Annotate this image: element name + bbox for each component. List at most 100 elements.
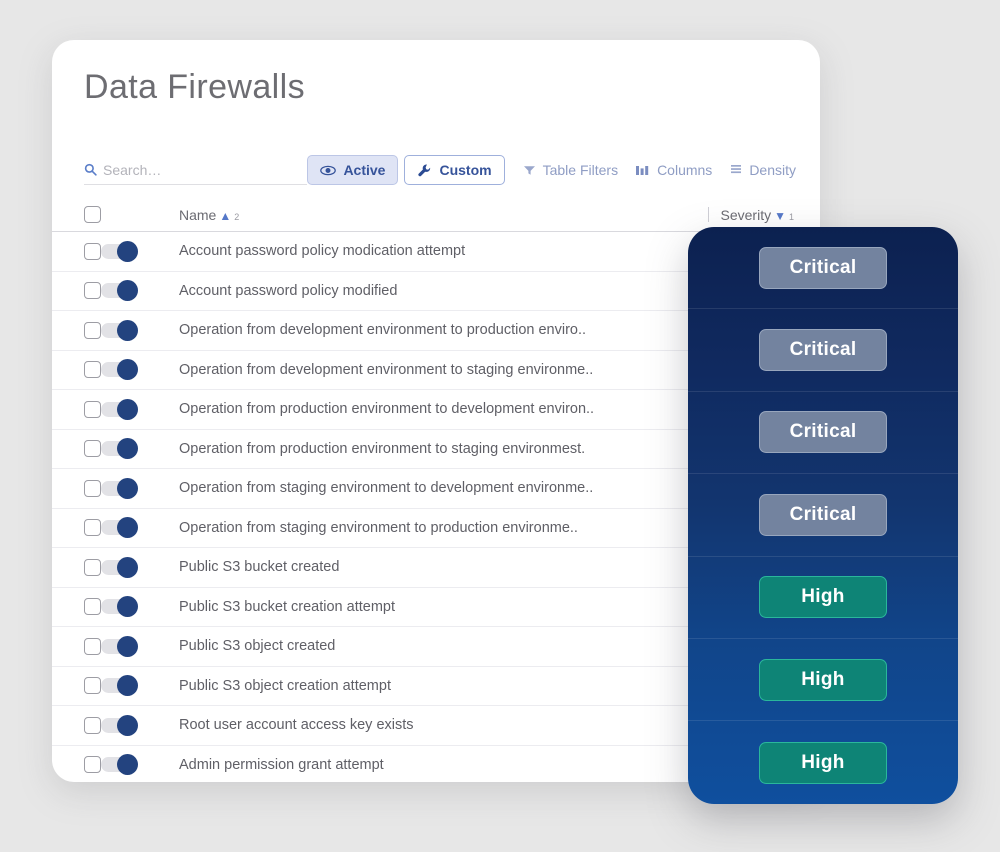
row-toggle-cell	[101, 438, 179, 460]
search-icon	[84, 163, 97, 176]
severity-badge-critical[interactable]: Critical	[759, 411, 887, 454]
toggle-knob	[117, 635, 138, 657]
severity-overlay-panel: Critical Critical Critical Critical High High…	[688, 227, 958, 804]
row-toggle-cell	[101, 319, 179, 341]
wrench-icon	[417, 163, 432, 178]
enable-toggle[interactable]	[101, 675, 138, 697]
severity-row: High	[688, 721, 958, 803]
enable-toggle[interactable]	[101, 754, 138, 776]
active-filter-label: Active	[343, 162, 386, 178]
severity-row: Critical	[688, 309, 958, 392]
row-checkbox[interactable]	[84, 400, 101, 418]
columns-button[interactable]: Columns	[636, 162, 712, 178]
table-filters-button[interactable]: Table Filters	[523, 162, 618, 178]
active-filter-button[interactable]: Active	[307, 155, 399, 185]
select-all-checkbox[interactable]	[84, 206, 101, 223]
row-checkbox[interactable]	[84, 558, 101, 576]
eye-icon	[320, 165, 337, 176]
row-checkbox[interactable]	[84, 677, 101, 695]
toggle-knob	[117, 596, 138, 618]
column-header-severity-label: Severity	[720, 206, 772, 223]
row-checkbox[interactable]	[84, 519, 101, 537]
funnel-icon	[523, 165, 536, 176]
row-toggle-cell	[101, 754, 179, 776]
row-checkbox[interactable]	[84, 637, 101, 655]
column-header-name-label: Name	[179, 206, 217, 223]
columns-label: Columns	[657, 162, 713, 178]
row-checkbox[interactable]	[84, 598, 101, 616]
density-label: Density	[749, 162, 796, 178]
toggle-knob	[117, 675, 138, 697]
row-toggle-cell	[101, 280, 179, 302]
density-button[interactable]: Density	[730, 162, 796, 178]
header-divider	[707, 207, 709, 222]
severity-row: Critical	[688, 474, 958, 557]
row-toggle-cell	[101, 714, 179, 736]
toggle-knob	[117, 438, 138, 460]
row-toggle-cell	[101, 675, 179, 697]
severity-badge-critical[interactable]: Critical	[759, 493, 887, 536]
toggle-knob	[117, 714, 138, 736]
severity-badge-high[interactable]: High	[759, 658, 887, 701]
search-input[interactable]	[103, 161, 289, 178]
row-toggle-cell	[101, 517, 179, 539]
enable-toggle[interactable]	[101, 477, 138, 499]
severity-row: High	[688, 557, 958, 639]
row-checkbox[interactable]	[84, 361, 101, 379]
toggle-knob	[117, 240, 138, 262]
row-toggle-cell	[101, 596, 179, 618]
table-header-row: Name ▲ 2 Severity ▼ 1	[52, 198, 820, 232]
toggle-knob	[117, 319, 138, 341]
search-field[interactable]	[84, 155, 308, 185]
column-header-severity[interactable]: Severity ▼ 1	[721, 207, 820, 223]
row-toggle-cell	[101, 556, 179, 578]
severity-row: Critical	[688, 392, 958, 475]
row-toggle-cell	[101, 477, 179, 499]
toggle-knob	[117, 754, 138, 776]
custom-filter-button[interactable]: Custom	[404, 155, 505, 185]
toggle-knob	[117, 359, 138, 381]
page-title: Data Firewalls	[84, 68, 305, 106]
row-toggle-cell	[101, 398, 179, 420]
row-checkbox[interactable]	[84, 756, 101, 774]
toggle-knob	[117, 477, 138, 499]
row-toggle-cell	[101, 359, 179, 381]
severity-badge-list: Critical Critical Critical Critical High High…	[688, 227, 958, 804]
enable-toggle[interactable]	[101, 240, 138, 262]
row-checkbox[interactable]	[84, 282, 101, 300]
enable-toggle[interactable]	[101, 596, 138, 618]
enable-toggle[interactable]	[101, 556, 138, 578]
enable-toggle[interactable]	[101, 438, 138, 460]
severity-badge-critical[interactable]: Critical	[759, 246, 887, 289]
row-checkbox[interactable]	[84, 321, 101, 339]
density-icon	[730, 164, 742, 176]
enable-toggle[interactable]	[101, 398, 138, 420]
row-checkbox[interactable]	[84, 242, 101, 260]
row-checkbox[interactable]	[84, 716, 101, 734]
severity-badge-high[interactable]: High	[759, 741, 887, 784]
enable-toggle[interactable]	[101, 714, 138, 736]
enable-toggle[interactable]	[101, 280, 138, 302]
severity-row: High	[688, 639, 958, 722]
sort-index-name: 2	[234, 211, 240, 222]
severity-badge-critical[interactable]: Critical	[759, 329, 887, 372]
table-toolbar: Active Custom Table Filters	[84, 152, 796, 188]
row-checkbox[interactable]	[84, 440, 101, 458]
toggle-knob	[117, 280, 138, 302]
enable-toggle[interactable]	[101, 635, 138, 657]
severity-row: Critical	[688, 227, 958, 310]
column-header-name[interactable]: Name ▲ 2	[179, 207, 708, 223]
row-toggle-cell	[101, 240, 179, 262]
toggle-knob	[117, 398, 138, 420]
enable-toggle[interactable]	[101, 359, 138, 381]
enable-toggle[interactable]	[101, 517, 138, 539]
custom-filter-label: Custom	[439, 162, 492, 178]
sort-index-severity: 1	[788, 211, 794, 222]
enable-toggle[interactable]	[101, 319, 138, 341]
sort-desc-icon[interactable]: ▼	[774, 209, 786, 223]
severity-badge-high[interactable]: High	[759, 576, 887, 619]
table-filters-label: Table Filters	[542, 162, 619, 178]
sort-asc-icon[interactable]: ▲	[219, 209, 231, 223]
row-checkbox[interactable]	[84, 479, 101, 497]
toggle-knob	[117, 517, 138, 539]
